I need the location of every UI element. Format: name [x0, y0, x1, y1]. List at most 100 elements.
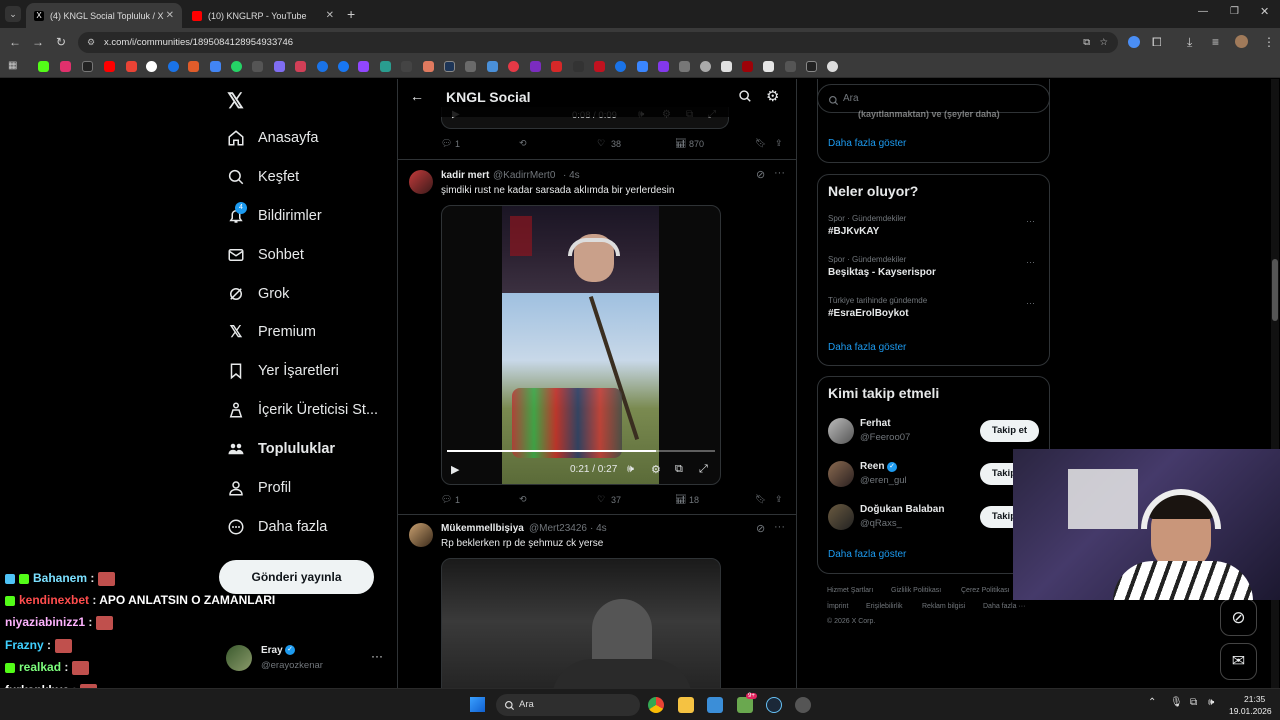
footer-link[interactable]: Hizmet Şartları: [827, 587, 873, 594]
views-icon[interactable]: 📊︎: [675, 494, 686, 505]
show-more-link[interactable]: Daha fazla göster: [828, 342, 906, 353]
bookmark-icon[interactable]: [658, 61, 669, 72]
trend-more-icon[interactable]: ···: [1026, 298, 1035, 308]
bookmark-icon[interactable]: [721, 61, 732, 72]
bookmark-icon[interactable]: [742, 61, 753, 72]
sidebar-item-chat[interactable]: Sohbet: [227, 240, 304, 270]
tweet-time[interactable]: · 4s: [563, 170, 580, 181]
sidebar-item-creator-studio[interactable]: İçerik Üreticisi St...: [227, 395, 378, 425]
sidebar-item-premium[interactable]: 𝕏 Premium: [227, 317, 316, 347]
sidebar-item-bookmarks[interactable]: Yer İşaretleri: [227, 356, 339, 386]
install-app-icon[interactable]: ⧉: [1083, 32, 1090, 53]
sidebar-item-home[interactable]: Anasayfa: [227, 123, 318, 153]
close-tab-icon[interactable]: ✕: [166, 10, 174, 21]
footer-link[interactable]: Erişilebilirlik: [866, 603, 903, 610]
share-icon[interactable]: ⇪: [775, 494, 783, 505]
bookmark-icon[interactable]: [700, 61, 711, 72]
reply-icon[interactable]: 💬︎: [441, 494, 452, 505]
like-icon[interactable]: ♡: [597, 494, 605, 505]
like-icon[interactable]: ♡: [597, 138, 605, 149]
bookmark-icon[interactable]: [594, 61, 605, 72]
microphone-icon[interactable]: 🎙︎: [1170, 697, 1183, 708]
taskbar-search[interactable]: Ara: [496, 694, 640, 716]
trend-more-icon[interactable]: ···: [1026, 257, 1035, 267]
bookmark-whatsapp-icon[interactable]: [231, 61, 242, 72]
scrollbar-thumb[interactable]: [1272, 259, 1278, 321]
forward-icon[interactable]: →: [32, 35, 44, 49]
photos-icon[interactable]: [707, 697, 723, 713]
downloads-icon[interactable]: ⤓: [1187, 35, 1192, 50]
file-explorer-icon[interactable]: [678, 697, 694, 713]
bookmark-x-icon[interactable]: [82, 61, 93, 72]
bookmark-icon[interactable]: [530, 61, 541, 72]
grok-float-button[interactable]: ⊘: [1220, 599, 1257, 636]
bookmark-facebook-icon[interactable]: [338, 61, 349, 72]
bookmark-icon[interactable]: [573, 61, 584, 72]
bookmark-icon[interactable]: [551, 61, 562, 72]
clock-time[interactable]: 21:35: [1244, 694, 1265, 704]
retweet-icon[interactable]: ⟲: [519, 494, 527, 505]
avatar[interactable]: [409, 170, 433, 194]
bookmark-icon[interactable]: [274, 61, 285, 72]
steam-icon[interactable]: [766, 697, 782, 713]
account-more-icon[interactable]: ···: [371, 649, 383, 663]
fullscreen-icon[interactable]: ⤢: [699, 463, 708, 476]
messages-float-button[interactable]: ✉: [1220, 643, 1257, 680]
bookmark-icon[interactable]: [785, 61, 796, 72]
settings-icon[interactable]: ⚙: [651, 463, 661, 476]
sidebar-item-grok[interactable]: Grok: [227, 279, 289, 309]
reading-list-icon[interactable]: ≡: [1212, 35, 1219, 49]
bookmark-icon[interactable]: [295, 61, 306, 72]
tab-kngl-social[interactable]: X (4) KNGL Social Topluluk / X ✕: [26, 3, 182, 28]
sidebar-item-explore[interactable]: Keşfet: [227, 162, 299, 192]
tab-search-button[interactable]: ⌄: [5, 6, 21, 22]
bookmark-kick-icon[interactable]: [38, 61, 49, 72]
more-icon[interactable]: ···: [774, 167, 785, 179]
bookmark-icon[interactable]: [423, 61, 434, 72]
bookmark-google-icon[interactable]: [146, 61, 157, 72]
minimize-icon[interactable]: —: [1198, 6, 1208, 17]
trend-item[interactable]: Spor · Gündemdekiler #BJKvKAY ···: [828, 214, 1040, 242]
grok-icon[interactable]: ⊘: [756, 168, 765, 181]
volume-icon[interactable]: 🕪: [627, 463, 634, 476]
share-icon[interactable]: ⇪: [775, 138, 783, 149]
bookmark-icon[interactable]: [401, 61, 412, 72]
app-icon[interactable]: [795, 697, 811, 713]
tweet[interactable]: kadir mert @KadirrMert0 · 4s ⊘ ··· şimdi…: [398, 160, 796, 514]
bookmark-instagram-icon[interactable]: [60, 61, 71, 72]
reload-icon[interactable]: ↻: [56, 35, 66, 49]
tab-youtube[interactable]: (10) KNGLRP - YouTube ✕: [184, 3, 342, 28]
bookmark-star-icon[interactable]: ☆: [1099, 32, 1108, 53]
address-bar[interactable]: ⚙ x.com/i/communities/189508412895493374…: [78, 32, 1118, 53]
show-more-link[interactable]: Daha fazla göster: [828, 549, 906, 560]
show-more-link[interactable]: Daha fazla göster: [828, 138, 906, 149]
tweet-time[interactable]: · 4s: [590, 523, 607, 534]
bookmark-icon[interactable]: [380, 61, 391, 72]
footer-link[interactable]: İmprint: [827, 603, 848, 610]
bookmark-icon[interactable]: [827, 61, 838, 72]
menu-kebab-icon[interactable]: ⋮: [1263, 35, 1275, 49]
bookmark-icon[interactable]: [210, 61, 221, 72]
clock-date[interactable]: 19.01.2026: [1229, 706, 1272, 716]
bookmark-youtube-icon[interactable]: [104, 61, 115, 72]
trend-more-icon[interactable]: ···: [1026, 216, 1035, 226]
grok-icon[interactable]: ⊘: [756, 522, 765, 535]
sidebar-item-profile[interactable]: Profil: [227, 473, 291, 503]
reply-icon[interactable]: 💬︎: [441, 138, 452, 149]
bookmark-icon[interactable]: [188, 61, 199, 72]
footer-link[interactable]: Reklam bilgisi: [922, 603, 965, 610]
trend-item[interactable]: Spor · Gündemdekiler Beşiktaş - Kayseris…: [828, 255, 1040, 283]
extensions-icon[interactable]: ⧠: [1152, 35, 1162, 50]
restore-icon[interactable]: ❐: [1230, 6, 1239, 17]
bookmark-icon[interactable]: 🔖︎: [755, 138, 766, 149]
tray-chevron-icon[interactable]: ⌃: [1148, 697, 1156, 708]
chrome-icon[interactable]: [648, 697, 664, 713]
avatar[interactable]: [409, 523, 433, 547]
follow-suggestion[interactable]: Doğukan Balaban @qRaxs_ Takip et: [828, 503, 1040, 533]
search-icon[interactable]: [738, 89, 752, 108]
tweet-author-name[interactable]: kadir mert: [441, 170, 489, 181]
bookmark-icon[interactable]: 🔖︎: [755, 494, 766, 505]
video-progress-track[interactable]: [447, 450, 715, 452]
footer-link[interactable]: Gizlilik Politikası: [891, 587, 941, 594]
back-arrow-icon[interactable]: ←: [410, 88, 424, 104]
